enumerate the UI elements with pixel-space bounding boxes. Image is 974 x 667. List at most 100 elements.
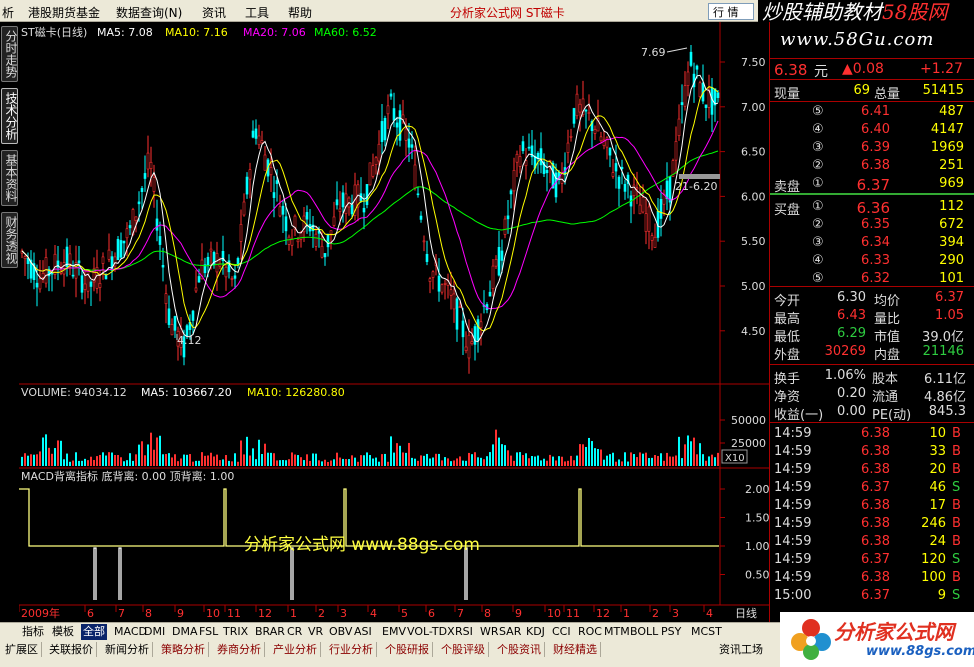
volume-bar bbox=[27, 455, 29, 466]
volume-bar bbox=[513, 460, 515, 466]
indicator-tab[interactable]: ASI bbox=[352, 624, 374, 640]
ma10-label: MA10: 7.16 bbox=[165, 26, 228, 39]
price-tick-label: 5.00 bbox=[741, 280, 766, 293]
candle-body bbox=[464, 346, 468, 351]
volume-bar bbox=[540, 460, 542, 466]
corner-logo: 分析家公式网 www.88gs.com bbox=[780, 612, 974, 667]
volume-bar bbox=[351, 455, 353, 466]
chart-area[interactable]: ST磁卡(日线) MA5: 7.08 MA10: 7.16 MA20: 7.06… bbox=[18, 22, 770, 622]
candle-body bbox=[281, 205, 285, 215]
candle-body bbox=[509, 190, 513, 195]
tab-financials[interactable]: 财务透视 bbox=[1, 212, 18, 268]
date-label: 12 bbox=[258, 607, 272, 620]
candle-body bbox=[35, 282, 39, 288]
candle-body bbox=[491, 265, 495, 289]
volume-bar bbox=[24, 453, 26, 466]
indicator-tab[interactable]: SAR bbox=[497, 624, 523, 640]
indicator-tab[interactable]: KDJ bbox=[524, 624, 547, 640]
bottom-right-label[interactable]: 资讯工场 bbox=[716, 642, 766, 657]
candle-body bbox=[329, 230, 333, 235]
volume-bar bbox=[63, 459, 65, 466]
bottom-tab[interactable]: 产业分析 bbox=[270, 642, 321, 657]
volume-bar bbox=[75, 452, 77, 466]
menu-item-hk-futures-funds[interactable]: 港股期货基金 bbox=[28, 4, 100, 21]
tick-row: 14:59 6.38 10 B bbox=[770, 425, 974, 443]
candle-body bbox=[668, 176, 672, 203]
bottom-tab[interactable]: 行业分析 bbox=[326, 642, 377, 657]
indicator-tab[interactable]: 指标 bbox=[20, 624, 46, 640]
candle-body bbox=[539, 148, 543, 166]
menu-item-help[interactable]: 帮助 bbox=[288, 4, 312, 21]
macd-tick-label: 0.50 bbox=[745, 569, 769, 582]
ask-level: ① bbox=[812, 176, 824, 191]
indicator-tab[interactable]: CCI bbox=[550, 624, 573, 640]
quote-logo: www.58Gu.com bbox=[780, 29, 935, 50]
tick-volume: 46 bbox=[929, 480, 946, 495]
candle-body bbox=[413, 164, 417, 189]
bottom-tab[interactable]: 扩展区 bbox=[2, 642, 42, 657]
indicator-tab[interactable]: MCST bbox=[689, 624, 724, 640]
candle-body bbox=[380, 121, 384, 142]
bottom-tab[interactable]: 个股资讯 bbox=[494, 642, 545, 657]
indicator-tab[interactable]: CR bbox=[285, 624, 304, 640]
indicator-tab[interactable]: ROC bbox=[576, 624, 604, 640]
indicator-tab[interactable]: OBV bbox=[327, 624, 354, 640]
volume-bar bbox=[159, 435, 161, 466]
candle-body bbox=[443, 283, 447, 285]
indicator-tab[interactable]: FSL bbox=[197, 624, 220, 640]
candle-body bbox=[611, 172, 615, 177]
indicator-tab[interactable]: BRAR bbox=[253, 624, 287, 640]
candle-body bbox=[161, 265, 165, 268]
quote-button[interactable]: 行 情 bbox=[708, 3, 754, 20]
volume-ma5-label: MA5: 103667.20 bbox=[141, 386, 232, 399]
bid-row: ② 6.35 672 bbox=[770, 216, 974, 234]
indicator-tab[interactable]: EMV bbox=[380, 624, 408, 640]
ma5-label: MA5: 7.08 bbox=[97, 26, 153, 39]
volume-bar bbox=[363, 455, 365, 466]
volume-bar bbox=[435, 453, 437, 466]
volume-bar bbox=[609, 454, 611, 466]
indicator-tab[interactable]: 全部 bbox=[81, 624, 107, 640]
volume-bar bbox=[573, 460, 575, 466]
volume-bar bbox=[465, 460, 467, 466]
menu-item-analysis[interactable]: 析 bbox=[2, 4, 14, 21]
ask-price: 6.40 bbox=[861, 122, 890, 137]
indicator-tab[interactable]: VR bbox=[306, 624, 325, 640]
volume-bar bbox=[279, 460, 281, 466]
volume-bar bbox=[357, 461, 359, 466]
indicator-tab[interactable]: 模板 bbox=[50, 624, 76, 640]
indicator-tab[interactable]: PSY bbox=[659, 624, 683, 640]
volume-bar bbox=[651, 457, 653, 466]
indicator-tab[interactable]: VOL-TDX bbox=[405, 624, 457, 640]
indicator-tab[interactable]: RSI bbox=[453, 624, 475, 640]
menu-item-news[interactable]: 资讯 bbox=[202, 4, 226, 21]
volume-bar bbox=[195, 460, 197, 466]
bottom-tab[interactable]: 关联报价 bbox=[46, 642, 97, 657]
candle-body bbox=[143, 173, 147, 179]
candle-body bbox=[497, 246, 501, 276]
indicator-tab[interactable]: BOLL bbox=[628, 624, 660, 640]
candle-body bbox=[614, 163, 618, 172]
volume-bar bbox=[327, 461, 329, 466]
bottom-tab[interactable]: 新闻分析 bbox=[102, 642, 153, 657]
tab-intraday[interactable]: 分时走势 bbox=[1, 26, 18, 82]
volume-bar bbox=[669, 456, 671, 466]
indicator-tab[interactable]: DMI bbox=[142, 624, 167, 640]
candle-body bbox=[698, 82, 702, 97]
bottom-tab[interactable]: 券商分析 bbox=[214, 642, 265, 657]
bottom-tab[interactable]: 个股评级 bbox=[438, 642, 489, 657]
volume-bar bbox=[552, 456, 554, 466]
bottom-tab[interactable]: 策略分析 bbox=[158, 642, 209, 657]
menu-item-data-query[interactable]: 数据查询(N) bbox=[116, 4, 182, 21]
tab-fundamentals[interactable]: 基本资料 bbox=[1, 150, 18, 206]
date-label: 10 bbox=[547, 607, 561, 620]
bottom-tab[interactable]: 财经精选 bbox=[550, 642, 601, 657]
volume-bar bbox=[444, 457, 446, 466]
indicator-tab[interactable]: TRIX bbox=[221, 624, 250, 640]
candle-body bbox=[251, 130, 255, 138]
menu-item-tools[interactable]: 工具 bbox=[245, 4, 269, 21]
kline-chart-svg[interactable]: ST磁卡(日线) MA5: 7.08 MA10: 7.16 MA20: 7.06… bbox=[18, 22, 770, 622]
tab-technical[interactable]: 技术分析 bbox=[1, 88, 18, 144]
indicator-tab[interactable]: DMA bbox=[170, 624, 200, 640]
bottom-tab[interactable]: 个股研报 bbox=[382, 642, 433, 657]
